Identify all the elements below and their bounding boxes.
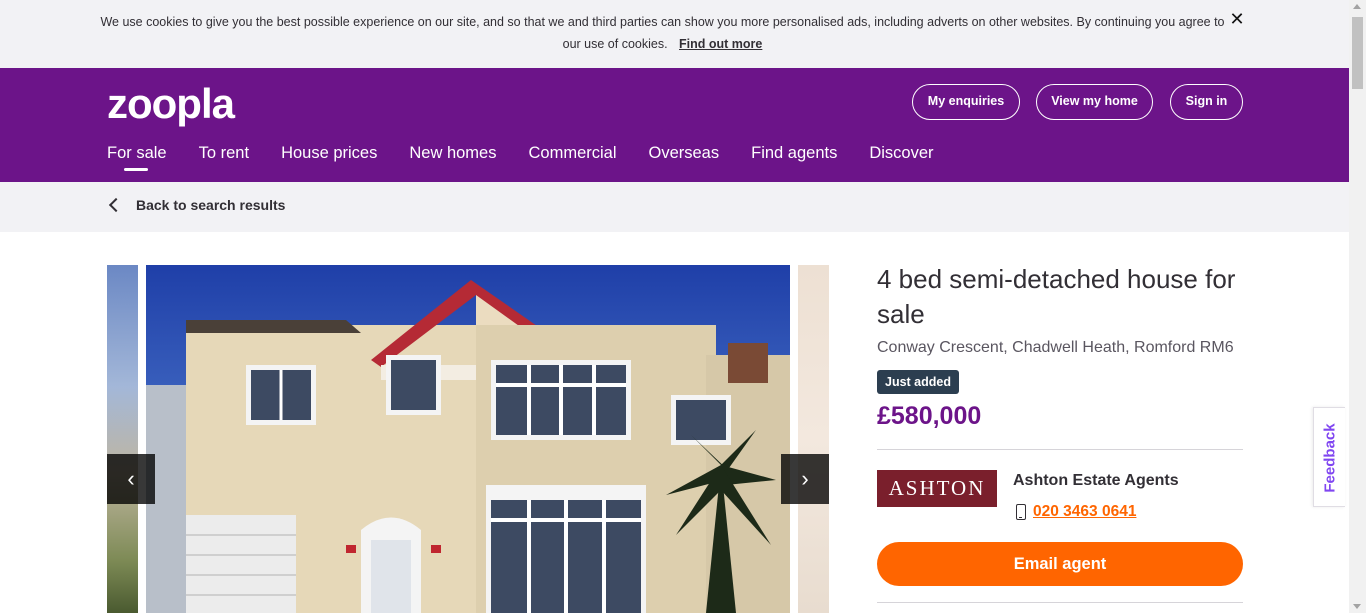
- scroll-up-arrow-icon[interactable]: [1353, 4, 1361, 9]
- cookie-message: We use cookies to give you the best poss…: [100, 11, 1225, 55]
- house-illustration: [146, 265, 790, 613]
- nav-discover[interactable]: Discover: [869, 142, 933, 172]
- nav-to-rent[interactable]: To rent: [199, 142, 249, 172]
- cookie-text: We use cookies to give you the best poss…: [100, 15, 1225, 51]
- chevron-left-icon[interactable]: ‹: [107, 454, 155, 504]
- email-agent-button[interactable]: Email agent: [877, 542, 1243, 586]
- zoopla-logo[interactable]: zoopla: [107, 80, 235, 128]
- site-header: zoopla My enquiries View my home Sign in…: [0, 68, 1349, 182]
- listing-price: £580,000: [877, 402, 982, 430]
- sign-in-button[interactable]: Sign in: [1170, 84, 1243, 120]
- nav-find-agents[interactable]: Find agents: [751, 142, 837, 172]
- main-nav: For sale To rent House prices New homes …: [107, 142, 966, 172]
- agent-name[interactable]: Ashton Estate Agents: [1013, 472, 1179, 490]
- agent-logo[interactable]: ASHTON: [877, 470, 997, 507]
- divider: [877, 449, 1243, 450]
- my-enquiries-button[interactable]: My enquiries: [912, 84, 1020, 120]
- breadcrumb-bar: Back to search results: [0, 182, 1349, 232]
- listing-title: 4 bed semi-detached house for sale: [877, 264, 1236, 329]
- nav-new-homes[interactable]: New homes: [409, 142, 496, 172]
- cookie-banner: We use cookies to give you the best poss…: [0, 0, 1349, 68]
- breadcrumb-label: Back to search results: [136, 197, 286, 213]
- feedback-tab[interactable]: Feedback: [1313, 407, 1345, 507]
- close-icon[interactable]: ✕: [1227, 9, 1247, 29]
- next-photo-preview: [798, 265, 829, 613]
- previous-photo-preview: [107, 265, 138, 613]
- nav-overseas[interactable]: Overseas: [649, 142, 720, 172]
- listing-details: 4 bed semi-detached house for sale Conwa…: [877, 262, 1243, 432]
- nav-commercial[interactable]: Commercial: [528, 142, 616, 172]
- divider: [877, 602, 1243, 603]
- photo-gallery[interactable]: ‹ ›: [107, 265, 829, 613]
- view-my-home-button[interactable]: View my home: [1036, 84, 1153, 120]
- nav-for-sale[interactable]: For sale: [107, 142, 167, 172]
- scroll-down-arrow-icon[interactable]: [1353, 604, 1361, 609]
- chevron-left-icon: [108, 197, 124, 213]
- nav-house-prices[interactable]: House prices: [281, 142, 377, 172]
- property-photo[interactable]: [146, 265, 790, 613]
- agent-phone-link[interactable]: 020 3463 0641: [1033, 503, 1136, 521]
- phone-icon: [1016, 504, 1026, 520]
- back-to-search-link[interactable]: Back to search results: [107, 197, 285, 213]
- page-scrollbar[interactable]: [1349, 0, 1366, 613]
- status-badge: Just added: [877, 370, 959, 394]
- chevron-right-icon[interactable]: ›: [781, 454, 829, 504]
- feedback-label: Feedback: [1321, 423, 1339, 493]
- scroll-thumb[interactable]: [1352, 17, 1363, 89]
- listing-address: Conway Crescent, Chadwell Heath, Romford…: [877, 339, 1234, 356]
- find-out-more-link[interactable]: Find out more: [679, 37, 762, 51]
